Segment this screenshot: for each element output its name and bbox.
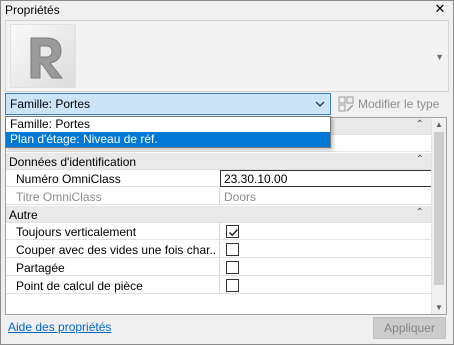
property-name: Partagée (16, 261, 65, 275)
property-row: Couper avec des vides une fois char... (6, 241, 432, 258)
section-header-identity[interactable]: Données d'identification ⌃ (6, 153, 432, 170)
checkmark-icon (228, 228, 239, 237)
collapse-icon[interactable]: ⌃ (416, 154, 424, 165)
section-title: Autre (9, 208, 38, 222)
section-header-other[interactable]: Autre ⌃ (6, 206, 432, 223)
property-row: Toujours verticalement (6, 223, 432, 240)
chevron-down-icon (314, 96, 326, 112)
column-divider (219, 188, 220, 205)
property-name: Numéro OmniClass (16, 172, 121, 186)
properties-help-link[interactable]: Aide des propriétés (8, 320, 111, 334)
column-divider (219, 223, 220, 240)
property-row: Titre OmniClass Doors (6, 188, 432, 205)
modify-type-button[interactable]: Modifier le type (335, 94, 451, 114)
omniclass-number-input[interactable]: 23.30.10.00 (220, 170, 432, 187)
close-icon[interactable]: ✕ (433, 2, 447, 16)
column-divider (219, 259, 220, 276)
property-row: Point de calcul de pièce (6, 277, 432, 294)
properties-window: Propriétés ✕ ▼ Famille: Portes Modifier … (0, 0, 454, 345)
dropdown-option[interactable]: Famille: Portes (6, 117, 330, 132)
section-title: Données d'identification (9, 155, 137, 169)
always-vertical-checkbox[interactable] (226, 225, 239, 238)
revit-logo (10, 24, 76, 88)
column-divider (219, 277, 220, 294)
room-calculation-point-checkbox[interactable] (226, 279, 239, 292)
type-selector-value: Famille: Portes (10, 97, 91, 111)
title-bar: Propriétés ✕ (1, 1, 453, 19)
property-row: Numéro OmniClass 23.30.10.00 (6, 170, 432, 187)
edit-type-icon (337, 95, 355, 116)
property-name: Couper avec des vides une fois char... (16, 243, 216, 257)
property-name: Toujours verticalement (16, 225, 137, 239)
type-selector[interactable]: Famille: Portes (5, 93, 331, 115)
property-row: Partagée (6, 259, 432, 276)
scroll-down-icon[interactable]: ▼ (435, 303, 443, 312)
scrollbar-thumb[interactable] (434, 132, 444, 285)
collapse-icon[interactable]: ⌃ (416, 119, 424, 130)
property-name: Point de calcul de pièce (16, 279, 143, 293)
property-name: Titre OmniClass (16, 190, 102, 204)
revit-r-icon (30, 37, 64, 79)
apply-button[interactable]: Appliquer (373, 317, 446, 339)
scroll-up-icon[interactable]: ▲ (435, 120, 443, 129)
dropdown-option-highlighted[interactable]: Plan d'étage: Niveau de réf. (6, 132, 330, 147)
window-title: Propriétés (5, 3, 60, 17)
preview-dropdown-icon[interactable]: ▼ (435, 52, 444, 62)
property-value: Doors (224, 190, 257, 204)
type-dropdown-list: Famille: Portes Plan d'étage: Niveau de … (5, 116, 331, 148)
property-value: 23.30.10.00 (224, 172, 288, 186)
column-divider (219, 241, 220, 258)
modify-type-label: Modifier le type (358, 97, 440, 111)
vertical-scrollbar[interactable]: ▲ ▼ (431, 118, 446, 314)
cut-with-voids-checkbox[interactable] (226, 243, 239, 256)
type-preview-panel: ▼ (5, 20, 449, 92)
shared-checkbox[interactable] (226, 261, 239, 274)
collapse-icon[interactable]: ⌃ (416, 207, 424, 218)
